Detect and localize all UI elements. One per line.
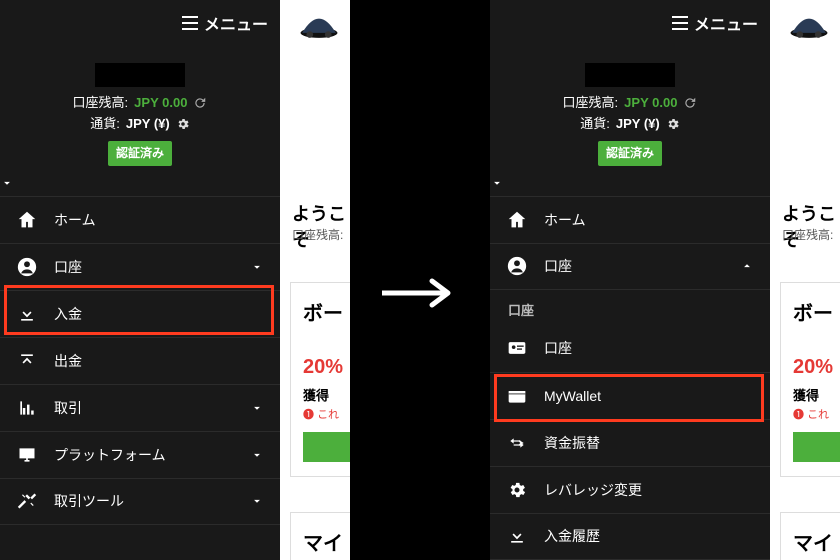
car-image-right bbox=[788, 14, 830, 40]
nav-platform[interactable]: プラットフォーム bbox=[0, 431, 280, 478]
hamburger-icon bbox=[672, 16, 688, 30]
collapse-toggle[interactable] bbox=[490, 176, 770, 190]
balance-value: JPY 0.00 bbox=[134, 93, 187, 114]
sub-leverage[interactable]: レバレッジ変更 bbox=[490, 466, 770, 513]
chart-icon bbox=[16, 397, 38, 419]
refresh-icon[interactable] bbox=[683, 96, 697, 110]
chevron-down-icon bbox=[250, 260, 264, 274]
bonus-percent: 20% bbox=[303, 356, 350, 379]
transfer-icon bbox=[506, 432, 528, 454]
download-icon bbox=[506, 525, 528, 547]
verified-badge: 認証済み bbox=[108, 141, 172, 166]
content-bg-left: ようこそ 口座残高: ボー 20% 獲得 ❶ これ マイ bbox=[280, 0, 350, 560]
drawer-expanded: メニュー 口座残高: JPY 0.00 通貨: JPY (¥) 認証済み ホーム… bbox=[490, 0, 770, 560]
arrow-icon bbox=[380, 278, 460, 308]
account-summary: 口座残高: JPY 0.00 通貨: JPY (¥) 認証済み bbox=[490, 93, 770, 166]
hamburger-icon bbox=[182, 16, 198, 30]
monitor-icon bbox=[16, 444, 38, 466]
tools-icon bbox=[16, 490, 38, 512]
nav-menu: ホーム 口座 bbox=[490, 196, 770, 290]
menu-toggle[interactable]: メニュー bbox=[490, 0, 770, 45]
chevron-down-icon bbox=[250, 494, 264, 508]
gear-icon[interactable] bbox=[666, 117, 680, 131]
gear-icon bbox=[506, 479, 528, 501]
bonus-card: ボー 20% 獲得 ❶ これ bbox=[290, 282, 350, 477]
home-icon bbox=[16, 209, 38, 231]
chevron-up-icon bbox=[740, 259, 754, 273]
home-icon bbox=[506, 209, 528, 231]
drawer-collapsed: メニュー 口座残高: JPY 0.00 通貨: JPY (¥) 認証済み ホーム… bbox=[0, 0, 280, 560]
logo-placeholder bbox=[95, 63, 185, 87]
sub-transfer[interactable]: 資金振替 bbox=[490, 419, 770, 466]
nav-tools[interactable]: 取引ツール bbox=[0, 478, 280, 525]
menu-toggle[interactable]: メニュー bbox=[0, 0, 280, 45]
nav-home[interactable]: ホーム bbox=[490, 196, 770, 243]
nav-home[interactable]: ホーム bbox=[0, 196, 280, 243]
bonus-button[interactable] bbox=[303, 432, 350, 462]
account-summary: 口座残高: JPY 0.00 通貨: JPY (¥) 認証済み bbox=[0, 93, 280, 166]
menu-label: メニュー bbox=[204, 11, 268, 35]
sub-deposit-history[interactable]: 入金履歴 bbox=[490, 513, 770, 560]
nav-account-expanded[interactable]: 口座 bbox=[490, 243, 770, 290]
my-card: マイ bbox=[290, 512, 350, 560]
submenu: 口座 MyWallet 資金振替 レバレッジ変更 入金履歴 bbox=[490, 325, 770, 560]
bonus-note: これ bbox=[317, 409, 339, 421]
verified-badge: 認証済み bbox=[598, 141, 662, 166]
chevron-down-icon bbox=[0, 176, 14, 190]
bg-my: マイ bbox=[303, 527, 350, 556]
car-image-left bbox=[298, 14, 340, 40]
sub-account[interactable]: 口座 bbox=[490, 325, 770, 372]
nav-trade[interactable]: 取引 bbox=[0, 384, 280, 431]
chevron-down-icon bbox=[250, 401, 264, 415]
chevron-down-icon bbox=[490, 176, 504, 190]
bg-balance-label: 口座残高: bbox=[292, 226, 343, 243]
nav-withdraw[interactable]: 出金 bbox=[0, 337, 280, 384]
upload-icon bbox=[16, 350, 38, 372]
bonus-gain: 獲得 bbox=[303, 385, 350, 404]
gear-icon[interactable] bbox=[176, 117, 190, 131]
bonus-title: ボー bbox=[303, 297, 350, 326]
nav-deposit[interactable]: 入金 bbox=[0, 290, 280, 337]
id-card-icon bbox=[506, 337, 528, 359]
currency-value: JPY (¥) bbox=[126, 114, 170, 135]
logo-placeholder bbox=[585, 63, 675, 87]
chevron-down-icon bbox=[250, 448, 264, 462]
wallet-icon bbox=[506, 385, 528, 407]
nav-menu: ホーム 口座 入金 出金 取引 プラットフォーム bbox=[0, 196, 280, 525]
download-icon bbox=[16, 303, 38, 325]
submenu-header: 口座 bbox=[490, 290, 770, 325]
person-icon bbox=[506, 255, 528, 277]
content-bg-right: ようこそ 口座残高: ボー 20% 獲得 ❶ これ マイ bbox=[770, 0, 840, 560]
nav-account[interactable]: 口座 bbox=[0, 243, 280, 290]
refresh-icon[interactable] bbox=[193, 96, 207, 110]
collapse-toggle[interactable] bbox=[0, 176, 280, 190]
sub-wallet[interactable]: MyWallet bbox=[490, 372, 770, 419]
person-icon bbox=[16, 256, 38, 278]
